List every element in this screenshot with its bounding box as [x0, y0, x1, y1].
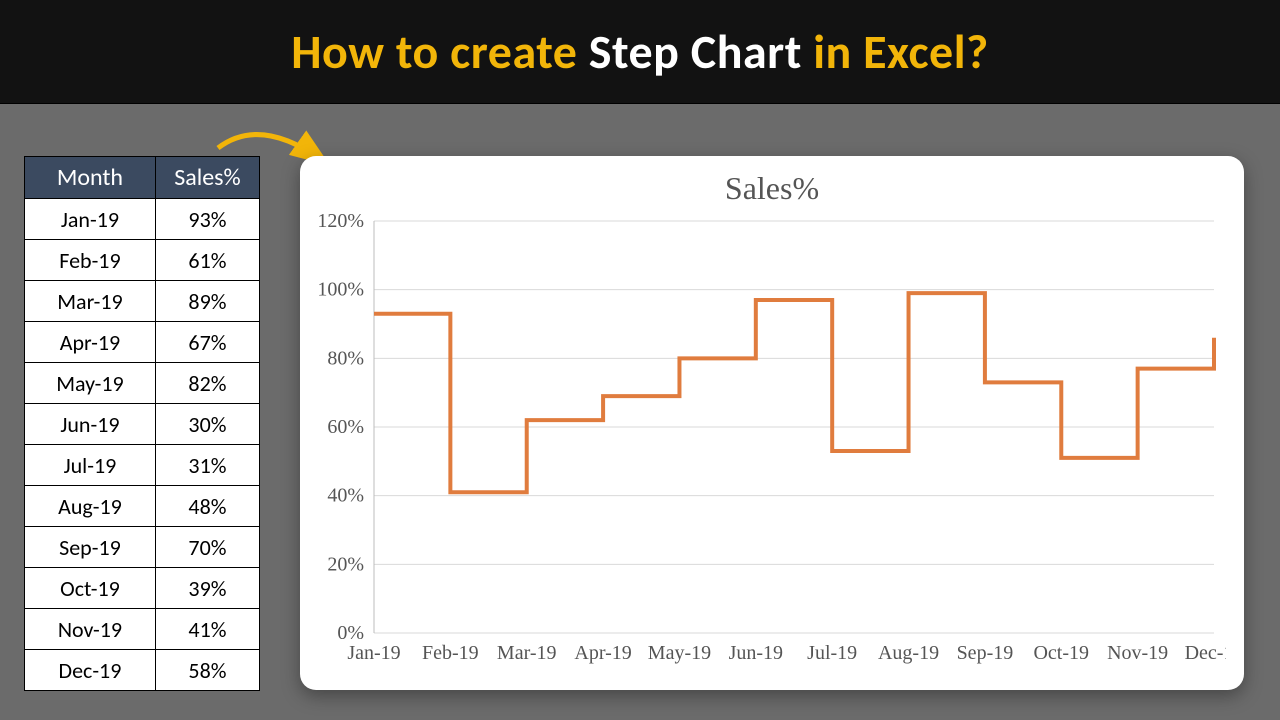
cell-month: Apr-19: [25, 322, 156, 362]
cell-month: Mar-19: [25, 281, 156, 321]
table-row: Jul-1931%: [25, 444, 259, 485]
cell-month: Nov-19: [25, 609, 156, 649]
svg-text:Sep-19: Sep-19: [957, 642, 1014, 664]
table-row: Jun-1930%: [25, 403, 259, 444]
table-row: Sep-1970%: [25, 526, 259, 567]
table-row: Mar-1989%: [25, 280, 259, 321]
svg-text:Mar-19: Mar-19: [497, 642, 557, 664]
cell-month: Sep-19: [25, 527, 156, 567]
cell-month: Jan-19: [25, 199, 156, 239]
cell-month: Jul-19: [25, 445, 156, 485]
cell-value: 61%: [156, 240, 259, 280]
chart-title: Sales%: [318, 170, 1226, 207]
table-row: Oct-1939%: [25, 567, 259, 608]
svg-text:Nov-19: Nov-19: [1107, 642, 1168, 664]
chart-card: Sales% 0% 20% 40% 60% 80% 100% 120% Jan-19 Feb-1…: [300, 156, 1244, 690]
cell-month: Aug-19: [25, 486, 156, 526]
cell-value: 41%: [156, 609, 259, 649]
cell-month: Dec-19: [25, 650, 156, 690]
header-month: Month: [25, 157, 156, 198]
svg-text:60%: 60%: [327, 416, 364, 438]
cell-value: 39%: [156, 568, 259, 608]
step-chart: 0% 20% 40% 60% 80% 100% 120% Jan-19 Feb-19 Mar-19…: [318, 211, 1226, 671]
title-part-1: How to create: [291, 22, 589, 81]
title-part-3: in Excel?: [802, 22, 989, 81]
svg-text:Jan-19: Jan-19: [347, 642, 400, 664]
svg-text:Aug-19: Aug-19: [878, 642, 939, 664]
table-row: Aug-1948%: [25, 485, 259, 526]
cell-value: 48%: [156, 486, 259, 526]
data-table: Month Sales% Jan-1993%Feb-1961%Mar-1989%…: [24, 156, 260, 691]
svg-text:40%: 40%: [327, 485, 364, 507]
svg-text:20%: 20%: [327, 553, 364, 575]
page-title: How to create Step Chart in Excel?: [291, 22, 989, 81]
svg-text:Feb-19: Feb-19: [422, 642, 479, 664]
svg-text:80%: 80%: [327, 347, 364, 369]
cell-month: Jun-19: [25, 404, 156, 444]
cell-value: 67%: [156, 322, 259, 362]
cell-value: 70%: [156, 527, 259, 567]
table-row: Dec-1958%: [25, 649, 259, 690]
svg-text:Jul-19: Jul-19: [807, 642, 857, 664]
cell-value: 93%: [156, 199, 259, 239]
svg-text:May-19: May-19: [648, 642, 711, 664]
svg-text:100%: 100%: [318, 279, 364, 301]
cell-month: May-19: [25, 363, 156, 403]
cell-value: 58%: [156, 650, 259, 690]
cell-month: Feb-19: [25, 240, 156, 280]
svg-text:Jun-19: Jun-19: [729, 642, 783, 664]
svg-text:Oct-19: Oct-19: [1033, 642, 1089, 664]
title-part-2: Step Chart: [589, 22, 802, 81]
cell-month: Oct-19: [25, 568, 156, 608]
content-area: Month Sales% Jan-1993%Feb-1961%Mar-1989%…: [0, 104, 1280, 720]
cell-value: 82%: [156, 363, 259, 403]
table-row: May-1982%: [25, 362, 259, 403]
svg-text:Dec-19: Dec-19: [1185, 642, 1226, 664]
svg-text:120%: 120%: [318, 211, 364, 232]
table-row: Apr-1967%: [25, 321, 259, 362]
header-value: Sales%: [156, 157, 259, 198]
svg-text:Apr-19: Apr-19: [574, 642, 631, 664]
title-bar: How to create Step Chart in Excel?: [0, 0, 1280, 104]
svg-text:0%: 0%: [337, 622, 364, 644]
table-row: Jan-1993%: [25, 198, 259, 239]
table-header-row: Month Sales%: [25, 157, 259, 198]
cell-value: 89%: [156, 281, 259, 321]
cell-value: 30%: [156, 404, 259, 444]
cell-value: 31%: [156, 445, 259, 485]
table-row: Feb-1961%: [25, 239, 259, 280]
table-row: Nov-1941%: [25, 608, 259, 649]
